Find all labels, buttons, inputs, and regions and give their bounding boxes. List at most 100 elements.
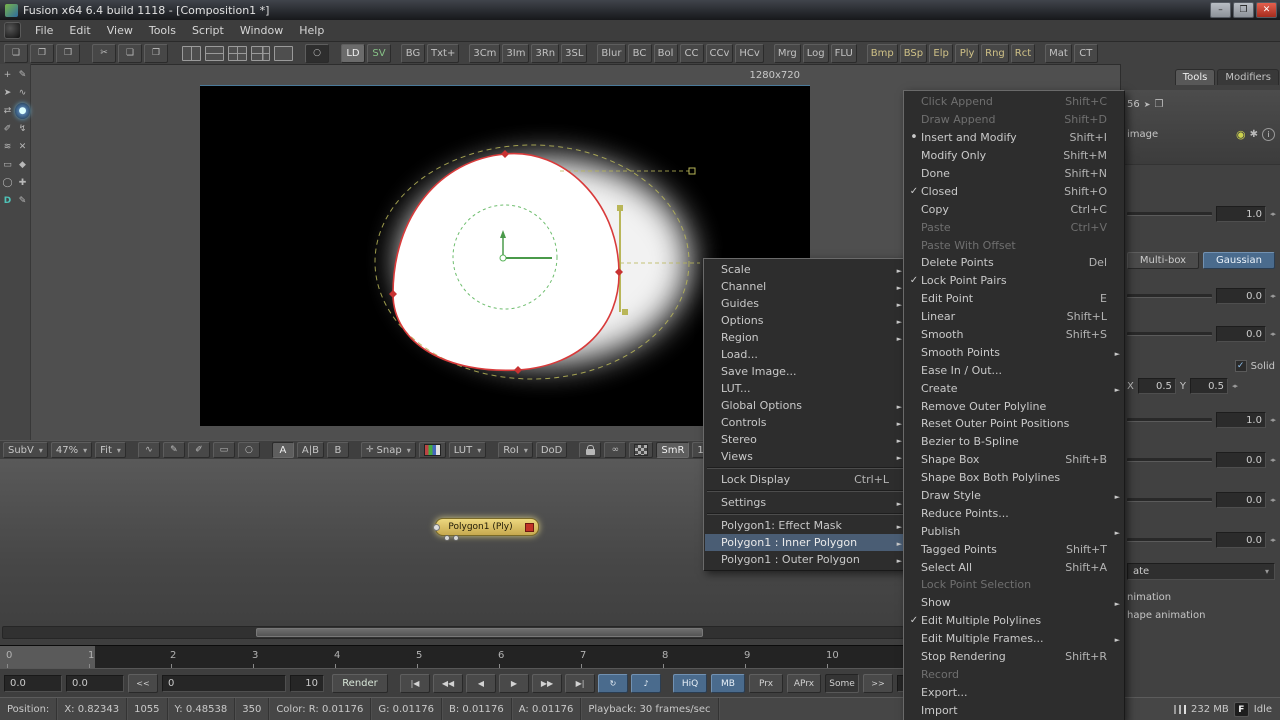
menu-item[interactable]: Remove Outer Polyline: [905, 397, 1123, 415]
feather-corner-handle[interactable]: [689, 168, 695, 174]
cut-icon[interactable]: ✂: [92, 44, 116, 63]
slider-6[interactable]: [1127, 538, 1212, 542]
circle-mode-tool-button[interactable]: ●: [15, 103, 30, 119]
menu-item[interactable]: Modify Only Shift+M: [905, 147, 1123, 165]
dod-button[interactable]: DoD: [536, 442, 568, 458]
slider-4[interactable]: [1127, 458, 1212, 462]
edit-view-button[interactable]: [188, 442, 210, 458]
menu-item[interactable]: Settings: [705, 494, 905, 511]
layout-split-horizontal-icon[interactable]: [205, 46, 224, 61]
menu-item[interactable]: Scale: [705, 261, 905, 278]
fit-dropdown[interactable]: Fit: [95, 442, 126, 458]
rectangle-mask-tool-button[interactable]: Rct: [1011, 44, 1035, 63]
link-views-button[interactable]: [604, 442, 626, 458]
menu-item[interactable]: Done Shift+N: [905, 165, 1123, 183]
value-1[interactable]: 0.0: [1216, 288, 1266, 304]
ranges-mask-tool-button[interactable]: Rng: [981, 44, 1009, 63]
stepper-icon[interactable]: [1270, 456, 1275, 464]
stepper-icon[interactable]: [1270, 496, 1275, 504]
smr-button[interactable]: SmR: [656, 442, 689, 458]
menu-item[interactable]: Smooth Points: [905, 343, 1123, 361]
menu-item[interactable]: Delete Points Del: [905, 254, 1123, 272]
menu-item[interactable]: Shape Box Both Polylines: [905, 469, 1123, 487]
menu-item[interactable]: Import: [905, 701, 1123, 719]
menu-item[interactable]: Shape Box Shift+B: [905, 451, 1123, 469]
color-corrector-tool-button[interactable]: CC: [680, 44, 704, 63]
soften-slider[interactable]: [1127, 212, 1212, 216]
merge-tool-button[interactable]: Mrg: [774, 44, 801, 63]
background-tool-button[interactable]: BG: [401, 44, 425, 63]
add-points-tool-button[interactable]: +: [0, 67, 15, 83]
soften-value[interactable]: 1.0: [1216, 206, 1266, 222]
menu-item[interactable]: Lock Point Pairs: [905, 272, 1123, 290]
motionblur-button[interactable]: MB: [711, 674, 745, 693]
menubar-item[interactable]: Tools: [141, 21, 184, 40]
solid-checkbox[interactable]: [1235, 360, 1247, 372]
menu-item[interactable]: Tagged Points Shift+T: [905, 540, 1123, 558]
diamond-tool-button[interactable]: ◆: [15, 157, 30, 173]
arrow-icon[interactable]: [1144, 99, 1151, 110]
scrollbar-thumb[interactable]: [256, 628, 703, 637]
blur-tool-button[interactable]: Blur: [597, 44, 625, 63]
menu-item[interactable]: Draw Style: [905, 487, 1123, 505]
menu-item[interactable]: Create: [905, 379, 1123, 397]
lut-dropdown[interactable]: LUT: [449, 442, 487, 458]
flu-tool-button[interactable]: FLU: [831, 44, 857, 63]
ellipse-mask-tool-button[interactable]: Elp: [929, 44, 953, 63]
pen-view-button[interactable]: [163, 442, 185, 458]
text-plus-tool-button[interactable]: Txt+: [427, 44, 459, 63]
menubar-item[interactable]: Help: [291, 21, 332, 40]
menu-item[interactable]: Select All Shift+A: [905, 558, 1123, 576]
menu-item[interactable]: Stereo: [705, 431, 905, 448]
menu-item[interactable]: Edit Point E: [905, 290, 1123, 308]
menu-item[interactable]: Ease In / Out...: [905, 361, 1123, 379]
menu-item[interactable]: Smooth Shift+S: [905, 326, 1123, 344]
polygon-node[interactable]: Polygon1 (Ply): [435, 518, 539, 536]
color-curves-tool-button[interactable]: CCv: [706, 44, 734, 63]
menu-item[interactable]: Region: [705, 329, 905, 346]
bins-button[interactable]: [305, 44, 329, 63]
bspline-mask-tool-button[interactable]: BSp: [900, 44, 927, 63]
depth-tool-button[interactable]: D: [0, 193, 15, 209]
menu-item[interactable]: Polygon1 : Inner Polygon: [705, 534, 905, 551]
stepper-icon[interactable]: [1270, 416, 1275, 424]
menu-item[interactable]: Linear Shift+L: [905, 308, 1123, 326]
maximize-button[interactable]: ❐: [1233, 2, 1254, 18]
animate-dropdown[interactable]: ate: [1127, 563, 1275, 580]
menu-item[interactable]: LUT...: [705, 380, 905, 397]
menu-item[interactable]: Load...: [705, 346, 905, 363]
menu-item[interactable]: Bezier to B-Spline: [905, 433, 1123, 451]
renderer3d-tool-button[interactable]: 3Rn: [531, 44, 559, 63]
menu-item[interactable]: Save Image...: [705, 363, 905, 380]
buffer-ab-button[interactable]: A|B: [297, 442, 324, 458]
ellipse-view-button[interactable]: [238, 442, 260, 458]
slider-2[interactable]: [1127, 332, 1212, 336]
menu-item[interactable]: Closed Shift+O: [905, 182, 1123, 200]
feather-handle-top[interactable]: [617, 205, 623, 211]
layout-split-vertical-icon[interactable]: [182, 46, 201, 61]
stepper-icon[interactable]: [1270, 292, 1275, 300]
stepper-icon[interactable]: [1270, 536, 1275, 544]
menubar-item[interactable]: Edit: [61, 21, 98, 40]
ct-tool-button[interactable]: CT: [1074, 44, 1098, 63]
value-3[interactable]: 1.0: [1216, 412, 1266, 428]
copy-icon[interactable]: ❏: [118, 44, 142, 63]
snap-dropdown[interactable]: Snap: [361, 442, 416, 458]
jump-to-start-button[interactable]: <<: [128, 674, 158, 693]
render-start-field[interactable]: 0.0: [66, 675, 124, 692]
jump-to-end-button[interactable]: >>: [863, 674, 893, 693]
rect-view-button[interactable]: [213, 442, 235, 458]
roi-button[interactable]: RoI: [498, 442, 533, 458]
multibox-button[interactable]: Multi-box: [1127, 252, 1199, 269]
menu-item[interactable]: Export...: [905, 683, 1123, 701]
slider-1[interactable]: [1127, 294, 1212, 298]
hue-curves-tool-button[interactable]: HCv: [735, 44, 763, 63]
buffer-b-button[interactable]: B: [327, 442, 349, 458]
stepper-icon[interactable]: [1270, 330, 1275, 338]
flow-horizontal-scrollbar[interactable]: [2, 626, 904, 639]
menu-item[interactable]: Polygon1 : Outer Polygon: [705, 551, 905, 568]
current-time-slider[interactable]: 0: [162, 675, 286, 692]
camera3d-tool-button[interactable]: 3Cm: [469, 44, 500, 63]
menu-item[interactable]: Copy Ctrl+C: [905, 200, 1123, 218]
x-value[interactable]: 0.5: [1138, 378, 1176, 394]
